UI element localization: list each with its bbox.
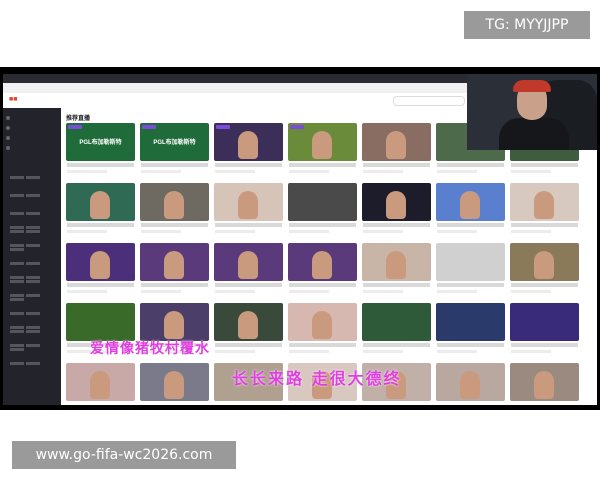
stream-card[interactable]: PGL布加勒斯特 xyxy=(140,123,209,180)
stream-card[interactable] xyxy=(510,303,579,360)
stream-card[interactable] xyxy=(66,183,135,240)
nav-dot-icon xyxy=(6,136,10,140)
stream-card[interactable] xyxy=(510,183,579,240)
search-input[interactable] xyxy=(393,96,465,106)
bottom-watermark: www.go-fifa-wc2026.com xyxy=(12,441,236,469)
stream-card[interactable] xyxy=(288,123,357,180)
stream-card[interactable] xyxy=(510,243,579,300)
stream-card[interactable] xyxy=(140,363,209,405)
thumb-text: PGL布加勒斯特 xyxy=(79,140,122,146)
stream-card[interactable] xyxy=(66,243,135,300)
stream-card[interactable] xyxy=(288,243,357,300)
stream-card[interactable] xyxy=(436,183,505,240)
stream-card[interactable] xyxy=(214,303,283,360)
stream-card[interactable] xyxy=(362,303,431,360)
site-logo[interactable]: ■■ xyxy=(9,96,31,105)
stream-card[interactable] xyxy=(436,243,505,300)
main-content: 推荐直播 PGL布加勒斯特 PGL布加勒斯特 xyxy=(61,108,597,405)
subtitle-line-2: 长长来路 走很大德终 xyxy=(232,369,402,388)
nav-dot-icon xyxy=(6,126,10,130)
nav-dot-icon xyxy=(6,146,10,150)
stream-card[interactable] xyxy=(436,363,505,405)
subtitle-line-1: 爱情像猪牧村覆水 xyxy=(90,341,210,357)
category-grid[interactable] xyxy=(9,318,55,372)
stream-card[interactable] xyxy=(362,243,431,300)
stream-card[interactable] xyxy=(436,303,505,360)
stream-card[interactable] xyxy=(288,183,357,240)
stream-card[interactable] xyxy=(140,243,209,300)
webcam-overlay xyxy=(467,74,597,150)
stream-card[interactable] xyxy=(214,243,283,300)
video-frame: ■■ 推荐直播 PGL布加勒斯特 PGL布加勒斯特 爱情像猪牧村覆水 长长来路 … xyxy=(0,67,600,410)
nav-dot-icon xyxy=(6,116,10,120)
thumb-text: PGL布加勒斯特 xyxy=(153,140,196,146)
stream-card[interactable] xyxy=(362,183,431,240)
stream-card[interactable] xyxy=(510,363,579,405)
top-watermark: TG: MYYJJPP xyxy=(464,11,590,39)
sidebar xyxy=(3,108,61,405)
stream-card[interactable] xyxy=(362,123,431,180)
stream-card[interactable] xyxy=(140,183,209,240)
stream-card[interactable]: PGL布加勒斯特 xyxy=(66,123,135,180)
stream-card[interactable] xyxy=(214,123,283,180)
stream-card[interactable] xyxy=(66,363,135,405)
stream-card[interactable] xyxy=(288,303,357,360)
section-title: 推荐直播 xyxy=(66,116,91,122)
stream-card[interactable] xyxy=(214,183,283,240)
